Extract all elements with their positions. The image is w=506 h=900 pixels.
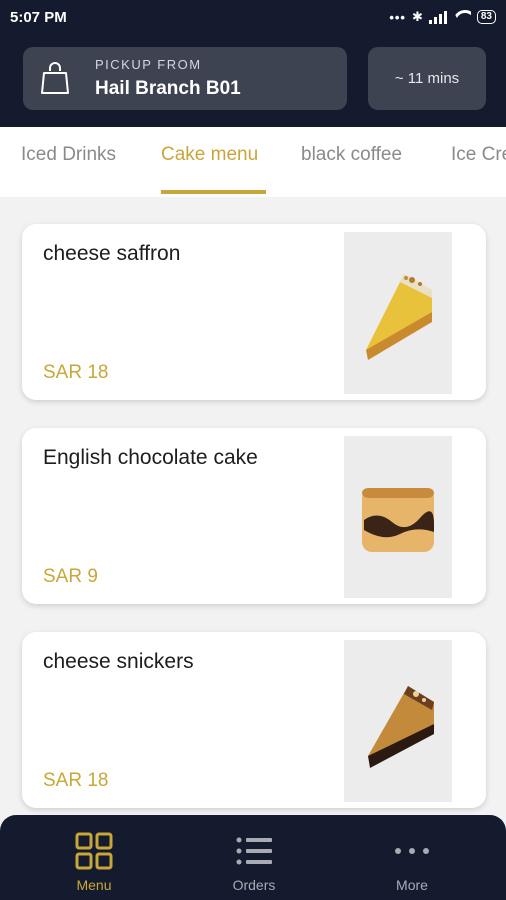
menu-item-price: SAR 18 [43,362,109,383]
nav-more-label: More [396,877,428,893]
cheese-saffron-image [344,232,452,394]
signal-icon [428,10,447,24]
menu-item-name: cheese snickers [43,650,194,673]
battery-icon: 83 [476,10,496,24]
wifi-icon [453,10,471,24]
tab-iced-drinks[interactable]: Iced Drinks [21,144,116,166]
nav-orders-label: Orders [232,877,276,893]
eta-button[interactable]: ~ 11 mins [368,47,486,110]
cheese-snickers-image [344,640,452,802]
bluetooth-icon: ✱ [411,9,423,24]
menu-item-card[interactable]: cheese saffron SAR 18 [22,224,486,400]
shopping-bag-icon [41,62,69,94]
status-bar: 5:07 PM ••• ✱ 83 [0,0,506,36]
bottom-navigation: Menu Orders More [0,815,506,900]
notification-dots-icon: ••• [389,9,406,25]
english-chocolate-cake-image [344,436,452,598]
menu-item-price: SAR 9 [43,566,98,587]
nav-orders[interactable]: Orders [170,815,338,900]
nav-menu-label: Menu [76,877,112,893]
status-time: 5:07 PM [10,9,67,26]
header: 5:07 PM ••• ✱ 83 PICKUP FROM Hail Branch… [0,0,506,127]
pickup-label: PICKUP FROM [95,57,202,72]
nav-menu[interactable]: Menu [10,815,178,900]
category-tabs: Iced Drinks Cake menu black coffee Ice C… [0,127,506,197]
pickup-location-button[interactable]: PICKUP FROM Hail Branch B01 [23,47,347,110]
pickup-branch-name: Hail Branch B01 [95,78,241,99]
nav-more[interactable]: More [328,815,496,900]
menu-item-price: SAR 18 [43,770,109,791]
status-icons: ••• ✱ 83 [389,9,496,25]
menu-item-name: English chocolate cake [43,446,258,469]
tab-black-coffee[interactable]: black coffee [301,144,402,166]
menu-item-card[interactable]: cheese snickers SAR 18 [22,632,486,808]
eta-text: ~ 11 mins [394,70,460,87]
tab-ice-cream[interactable]: Ice Cream [451,144,506,166]
menu-item-name: cheese saffron [43,242,181,265]
grid-icon [75,832,113,870]
list-icon [236,837,272,865]
tab-cake-menu[interactable]: Cake menu [161,144,258,166]
menu-item-card[interactable]: English chocolate cake SAR 9 [22,428,486,604]
active-tab-indicator [161,190,266,194]
more-dots-icon [395,848,429,854]
